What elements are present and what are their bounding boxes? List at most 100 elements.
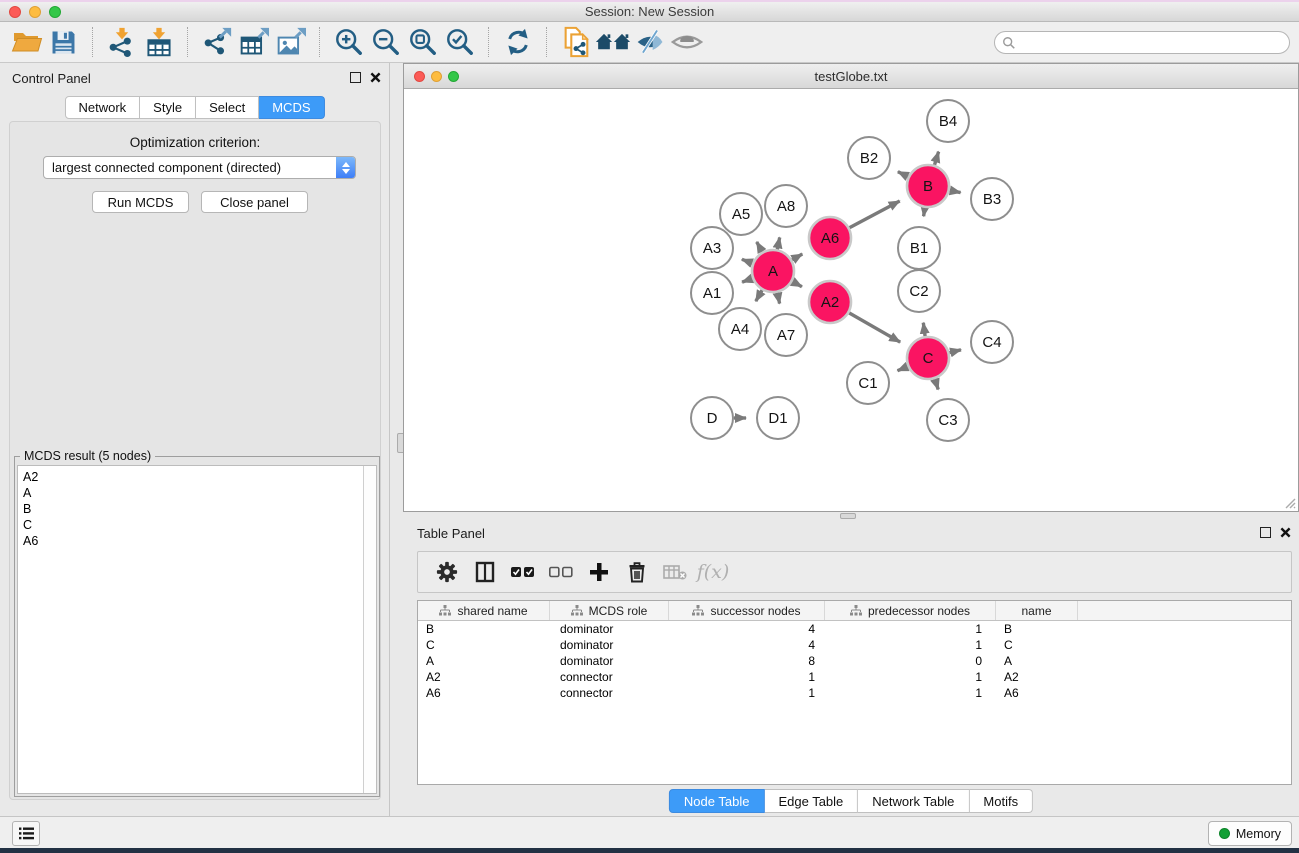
table-row[interactable]: A6connector11A6 [418, 685, 1291, 701]
minimize-view-button[interactable] [431, 71, 442, 82]
table-cell[interactable]: A6 [996, 686, 1078, 700]
close-view-button[interactable] [414, 71, 425, 82]
column-header-MCDS-role[interactable]: MCDS role [550, 601, 669, 620]
refresh-button[interactable] [499, 25, 536, 59]
tab-network[interactable]: Network [64, 96, 140, 119]
zoom-selected-button[interactable] [441, 25, 478, 59]
hide-graphics-details-button[interactable] [631, 25, 668, 59]
export-image-button[interactable] [272, 25, 309, 59]
column-header-predecessor-nodes[interactable]: predecessor nodes [825, 601, 996, 620]
table-cell[interactable]: 1 [825, 622, 996, 636]
tab-style[interactable]: Style [140, 96, 196, 119]
table-cell[interactable]: dominator [550, 622, 669, 636]
result-item[interactable]: A2 [18, 469, 376, 485]
table-cell[interactable]: connector [550, 670, 669, 684]
graph-edge-C-C3[interactable] [935, 379, 938, 390]
home-button[interactable] [594, 25, 631, 59]
save-session-button[interactable] [45, 25, 82, 59]
show-graphics-details-button[interactable] [668, 25, 705, 59]
table-cell[interactable]: 1 [669, 670, 825, 684]
result-item[interactable]: C [18, 517, 376, 533]
result-item[interactable]: A6 [18, 533, 376, 549]
import-network-button[interactable] [103, 25, 140, 59]
table-cell[interactable]: dominator [550, 654, 669, 668]
table-cell[interactable]: A [996, 654, 1078, 668]
table-cell[interactable]: 8 [669, 654, 825, 668]
graph-edge-A-A1[interactable] [742, 279, 752, 283]
zoom-view-button[interactable] [448, 71, 459, 82]
function-builder-button[interactable]: f(x) [694, 553, 732, 591]
run-mcds-button[interactable]: Run MCDS [92, 191, 189, 213]
network-canvas[interactable]: AA1A2A3A4A5A6A7A8BB1B2B3B4CC1C2C3C4DD1 [404, 89, 1298, 511]
graph-edge-A2-C[interactable] [849, 313, 900, 342]
table-cell[interactable]: 1 [825, 686, 996, 700]
select-all-button[interactable] [504, 553, 542, 591]
table-cell[interactable]: 1 [669, 686, 825, 700]
table-row[interactable]: A2connector11A2 [418, 669, 1291, 685]
graph-edge-B-B3[interactable] [950, 190, 961, 192]
table-cell[interactable]: 0 [825, 654, 996, 668]
close-window-button[interactable] [9, 6, 21, 18]
column-header-shared-name[interactable]: shared name [418, 601, 550, 620]
import-table-button[interactable] [140, 25, 177, 59]
tab-mcds[interactable]: MCDS [259, 96, 324, 119]
float-panel-icon[interactable] [1260, 527, 1271, 538]
minimize-window-button[interactable] [29, 6, 41, 18]
table-cell[interactable]: A2 [996, 670, 1078, 684]
zoom-window-button[interactable] [49, 6, 61, 18]
table-row[interactable]: Adominator80A [418, 653, 1291, 669]
column-header-name[interactable]: name [996, 601, 1078, 620]
node-table[interactable]: shared nameMCDS rolesuccessor nodesprede… [417, 600, 1292, 785]
deselect-all-button[interactable] [542, 553, 580, 591]
graph-edge-A6-B[interactable] [849, 201, 899, 228]
float-panel-icon[interactable] [350, 72, 361, 83]
graph-edge-A-A6[interactable] [792, 254, 802, 260]
table-cell[interactable]: B [996, 622, 1078, 636]
close-panel-icon[interactable] [370, 72, 381, 83]
table-cell[interactable]: C [996, 638, 1078, 652]
table-cell[interactable]: A6 [418, 686, 550, 700]
task-history-button[interactable] [12, 821, 40, 846]
graph-edge-C-C1[interactable] [898, 367, 908, 371]
table-cell[interactable]: B [418, 622, 550, 636]
tab-node-table[interactable]: Node Table [669, 789, 765, 813]
search-input[interactable] [1021, 36, 1289, 50]
memory-button[interactable]: Memory [1208, 821, 1292, 846]
delete-column-button[interactable] [618, 553, 656, 591]
tab-edge-table[interactable]: Edge Table [764, 789, 858, 813]
criterion-dropdown[interactable]: largest connected component (directed) [43, 156, 356, 179]
graph-edge-A-A5[interactable] [757, 242, 763, 252]
graph-edge-C-C2[interactable] [923, 323, 925, 337]
column-selector-button[interactable] [466, 553, 504, 591]
tab-network-table[interactable]: Network Table [858, 789, 969, 813]
delete-table-button[interactable] [656, 553, 694, 591]
table-row[interactable]: Cdominator41C [418, 637, 1291, 653]
table-cell[interactable]: connector [550, 686, 669, 700]
horizontal-splitter-handle[interactable] [840, 513, 856, 519]
graph-edge-A-A2[interactable] [792, 282, 802, 287]
graph-edge-B-B2[interactable] [898, 172, 908, 177]
graph-edge-A-A8[interactable] [777, 237, 779, 249]
table-cell[interactable]: 4 [669, 638, 825, 652]
result-item[interactable]: B [18, 501, 376, 517]
table-row[interactable]: Bdominator41B [418, 621, 1291, 637]
column-header-successor-nodes[interactable]: successor nodes [669, 601, 825, 620]
table-cell[interactable]: dominator [550, 638, 669, 652]
table-settings-button[interactable] [428, 553, 466, 591]
table-cell[interactable]: A [418, 654, 550, 668]
table-cell[interactable]: A2 [418, 670, 550, 684]
open-session-button[interactable] [8, 25, 45, 59]
tab-motifs[interactable]: Motifs [969, 789, 1033, 813]
export-table-button[interactable] [235, 25, 272, 59]
graph-edge-A-A4[interactable] [756, 290, 762, 301]
table-cell[interactable]: 1 [825, 638, 996, 652]
graph-edge-B-B1[interactable] [924, 208, 925, 217]
add-column-button[interactable] [580, 553, 618, 591]
table-cell[interactable]: C [418, 638, 550, 652]
close-panel-icon[interactable] [1280, 527, 1291, 538]
zoom-in-button[interactable] [330, 25, 367, 59]
graph-edge-B-B4[interactable] [935, 152, 939, 165]
export-network-button[interactable] [198, 25, 235, 59]
result-scrollbar[interactable] [363, 466, 376, 793]
table-cell[interactable]: 4 [669, 622, 825, 636]
